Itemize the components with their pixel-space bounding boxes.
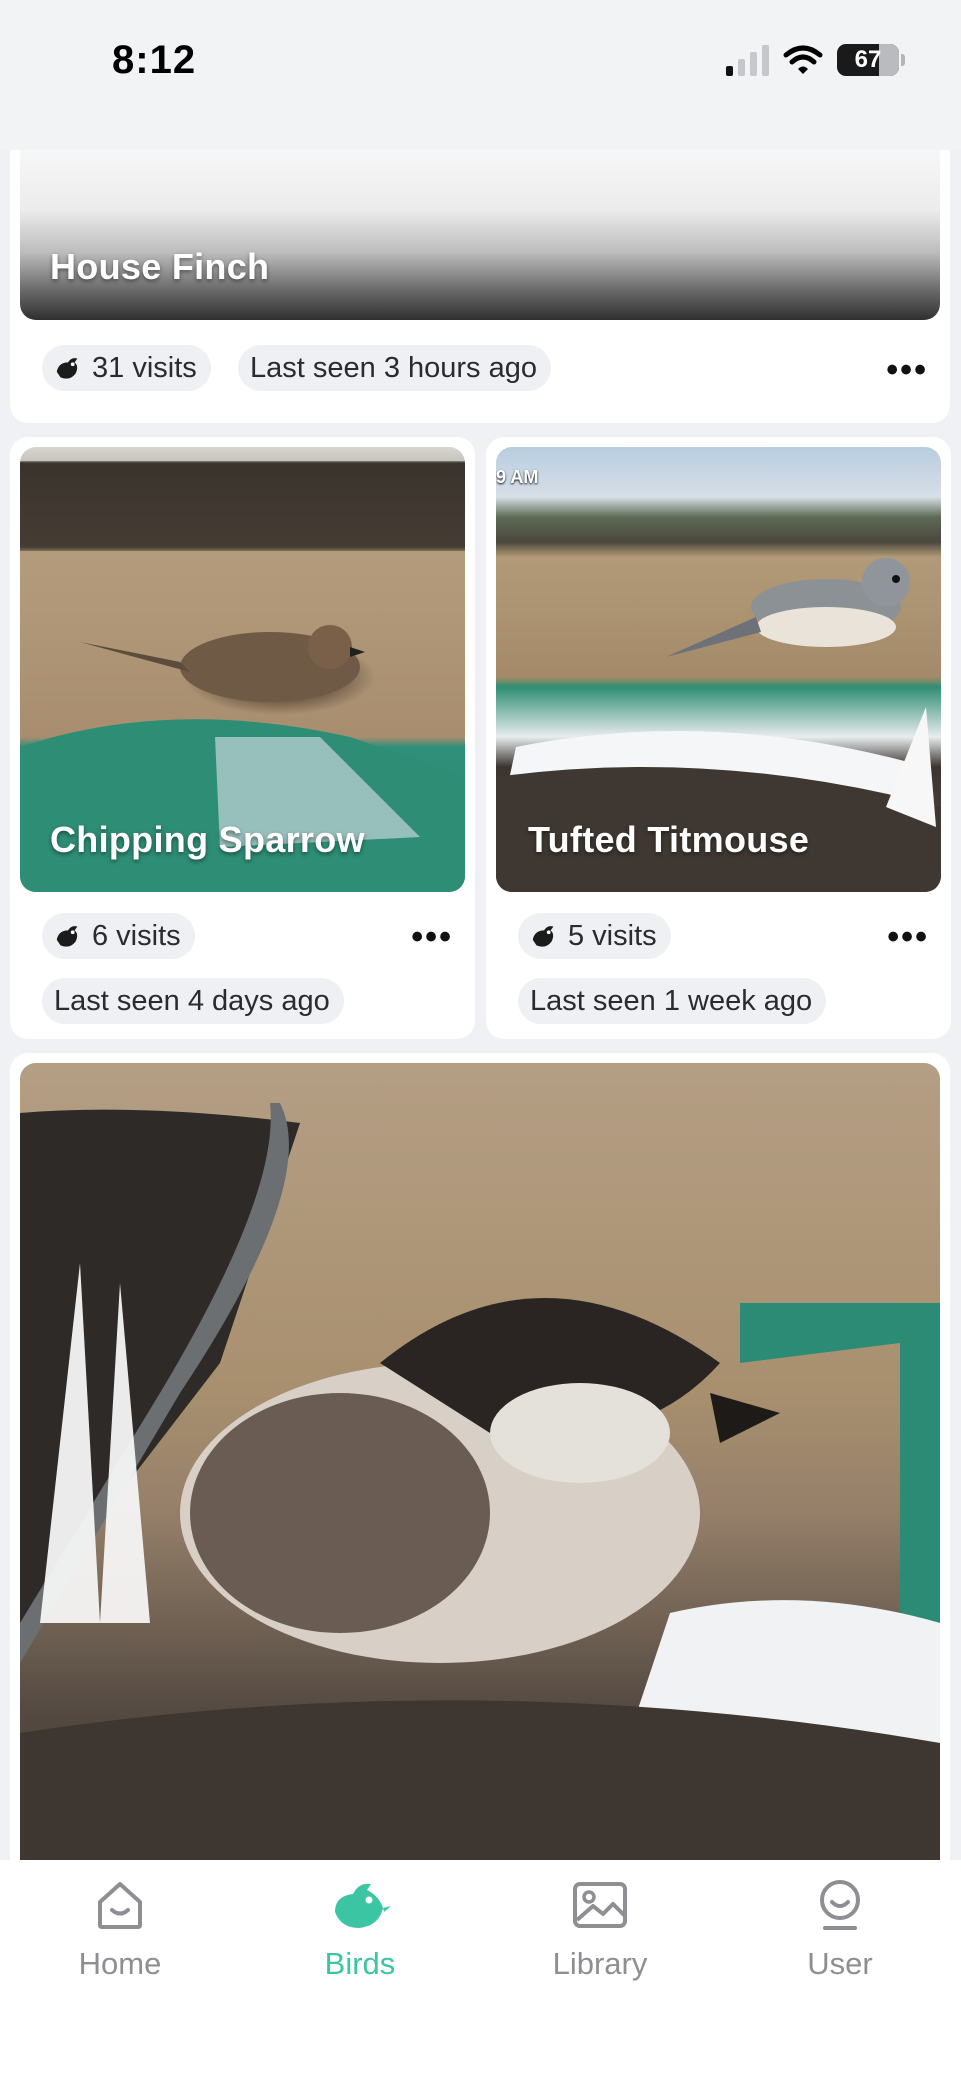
tab-label: Library bbox=[552, 1946, 648, 1981]
last-seen-text: Last seen 3 hours ago bbox=[250, 351, 537, 384]
bird-icon bbox=[528, 920, 560, 952]
bird-card-chipping-sparrow[interactable]: Chipping Sparrow 6 visits ••• Last seen … bbox=[10, 437, 475, 1039]
last-seen-badge: Last seen 3 hours ago bbox=[238, 345, 551, 391]
visits-badge: 5 visits bbox=[518, 913, 671, 959]
tab-home[interactable]: Home bbox=[20, 1878, 220, 1982]
visits-count: 6 visits bbox=[92, 919, 181, 952]
bird-icon bbox=[335, 1883, 391, 1928]
status-icons: 67 bbox=[726, 44, 905, 76]
tab-label: Birds bbox=[324, 1946, 396, 1981]
home-icon bbox=[98, 1882, 142, 1929]
more-options-button[interactable]: ••• bbox=[886, 353, 928, 387]
last-seen-badge: Last seen 4 days ago bbox=[42, 978, 344, 1024]
last-seen-text: Last seen 1 week ago bbox=[530, 984, 813, 1017]
tab-label: Home bbox=[78, 1946, 162, 1981]
tab-label: User bbox=[807, 1946, 873, 1981]
bird-name: House Finch bbox=[50, 246, 270, 287]
bird-icon bbox=[52, 920, 84, 952]
bird-card-tufted-titmouse[interactable]: 9 AM Tufted Titmouse 5 visits ••• Last s… bbox=[486, 437, 951, 1039]
bird-name: Chipping Sparrow bbox=[50, 819, 365, 860]
tab-birds[interactable]: Birds bbox=[260, 1878, 460, 1982]
more-options-button[interactable]: ••• bbox=[411, 920, 453, 954]
cellular-signal-icon bbox=[726, 44, 769, 76]
bird-card-large[interactable] bbox=[10, 1053, 950, 1873]
status-bar: 8:12 67 bbox=[0, 0, 961, 150]
user-icon bbox=[820, 1880, 860, 1930]
camera-timestamp: 9 AM bbox=[496, 467, 539, 487]
bird-icon bbox=[52, 352, 84, 384]
chickadee-illustration bbox=[20, 1103, 940, 1873]
last-seen-text: Last seen 4 days ago bbox=[54, 984, 330, 1017]
tab-bar: Home Birds Library User bbox=[0, 1860, 961, 2080]
visits-badge: 31 visits bbox=[42, 345, 211, 391]
bird-photo[interactable]: House Finch bbox=[20, 150, 940, 320]
bird-card-house-finch[interactable]: House Finch 31 visits Last seen 3 hours … bbox=[10, 140, 950, 423]
wifi-icon bbox=[783, 45, 823, 74]
tab-library[interactable]: Library bbox=[500, 1878, 700, 1982]
more-options-button[interactable]: ••• bbox=[887, 920, 929, 954]
visits-badge: 6 visits bbox=[42, 913, 195, 959]
bird-photo[interactable]: Chipping Sparrow bbox=[20, 447, 465, 892]
battery-icon: 67 bbox=[837, 44, 905, 76]
status-time: 8:12 bbox=[112, 38, 197, 82]
last-seen-badge: Last seen 1 week ago bbox=[518, 978, 827, 1024]
bird-photo[interactable] bbox=[20, 1063, 940, 1873]
visits-count: 31 visits bbox=[92, 351, 197, 384]
image-icon bbox=[573, 1882, 627, 1928]
bird-name: Tufted Titmouse bbox=[528, 819, 810, 860]
visits-count: 5 visits bbox=[568, 919, 657, 952]
bird-photo[interactable]: 9 AM Tufted Titmouse bbox=[496, 447, 941, 892]
tab-user[interactable]: User bbox=[740, 1878, 940, 1982]
battery-level: 67 bbox=[854, 46, 882, 73]
